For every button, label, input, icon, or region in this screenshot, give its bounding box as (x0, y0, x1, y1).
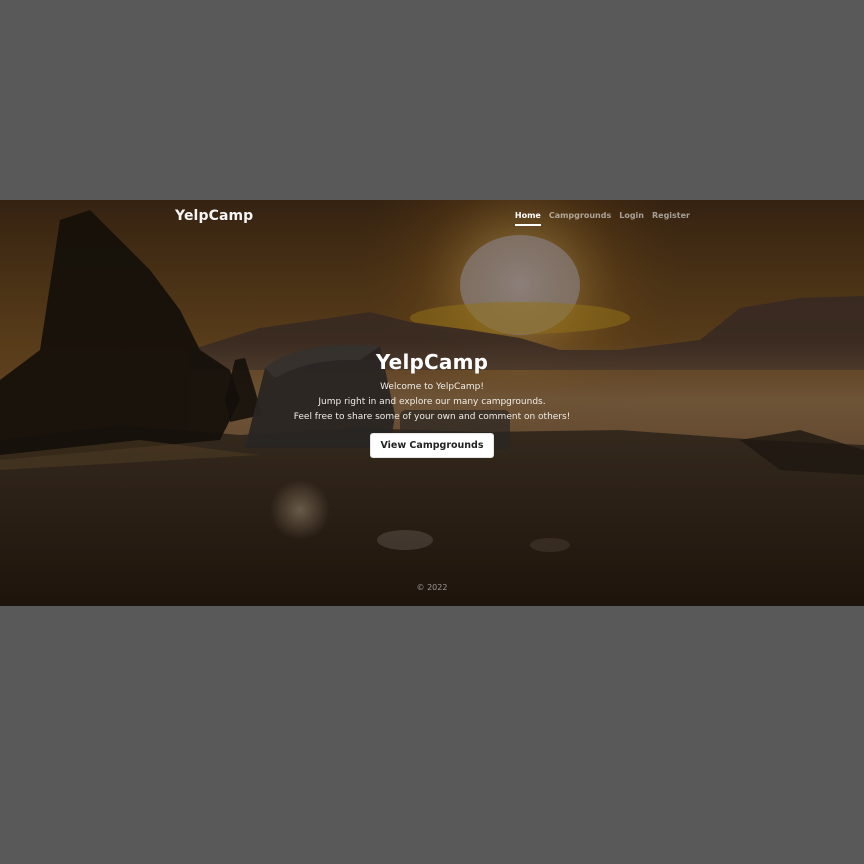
nav-link-login[interactable]: Login (619, 210, 644, 226)
nav-link-home[interactable]: Home (514, 210, 541, 226)
letterbox-bottom (0, 606, 864, 864)
hero-title: YelpCamp (375, 350, 489, 374)
page-viewport: YelpCamp Home Campgrounds Login Register… (0, 200, 864, 606)
hero-welcome-text: Welcome to YelpCamp! (380, 382, 484, 392)
navbar: YelpCamp Home Campgrounds Login Register (0, 200, 864, 234)
hero-share-text: Feel free to share some of your own and … (293, 412, 571, 422)
footer-copyright: © 2022 (416, 583, 448, 592)
view-campgrounds-button[interactable]: View Campgrounds (370, 433, 494, 458)
nav-links: Home Campgrounds Login Register (514, 210, 690, 226)
hero-section: YelpCamp Welcome to YelpCamp! Jump right… (0, 350, 864, 458)
nav-link-campgrounds[interactable]: Campgrounds (549, 210, 611, 226)
letterbox-top (0, 0, 864, 200)
hero-explore-text: Jump right in and explore our many campg… (318, 397, 546, 407)
nav-link-register[interactable]: Register (652, 210, 690, 226)
brand-link[interactable]: YelpCamp (175, 208, 253, 224)
